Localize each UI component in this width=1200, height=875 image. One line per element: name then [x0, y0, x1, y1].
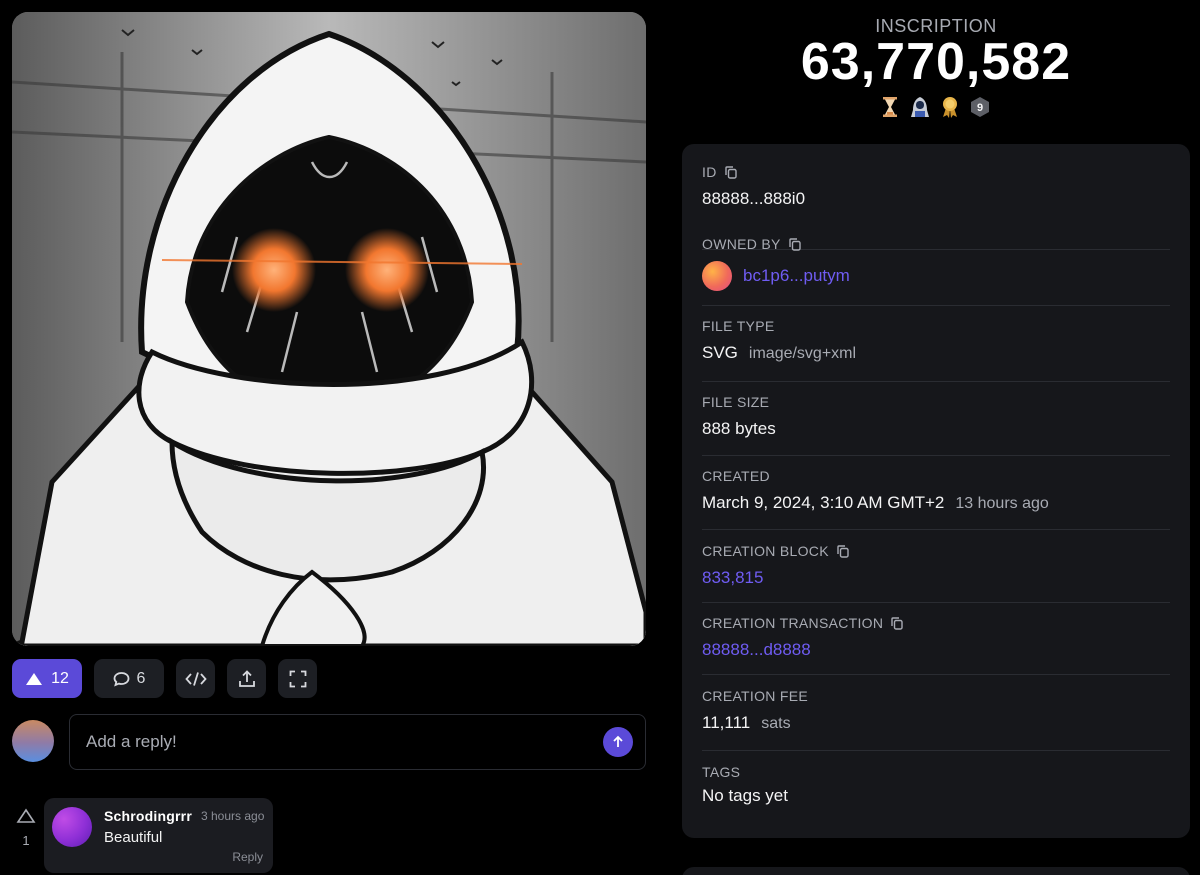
detail-owned-by-label: OWNED BY	[702, 236, 781, 252]
comment-vote-count: 1	[22, 833, 30, 848]
creation-fee-value: 11,111	[702, 713, 751, 732]
upvote-count: 12	[51, 669, 69, 687]
hooded-figure-icon[interactable]	[908, 95, 932, 119]
arrow-up-icon	[613, 735, 623, 747]
comment-icon	[113, 671, 129, 687]
detail-creation-fee: CREATION FEE 11,111 sats	[702, 688, 1170, 751]
share-button[interactable]	[227, 659, 266, 698]
detail-file-type-label: FILE TYPE	[702, 318, 775, 334]
medal-icon[interactable]	[938, 95, 962, 119]
detail-tags: TAGS No tags yet	[702, 764, 1170, 814]
detail-creation-tx-label: CREATION TRANSACTION	[702, 615, 884, 631]
hourglass-icon[interactable]	[878, 95, 902, 119]
comment-vote: 1	[14, 808, 38, 848]
created-date: March 9, 2024, 3:10 AM GMT+2	[702, 493, 945, 512]
detail-creation-transaction: CREATION TRANSACTION 88888...d8888	[702, 615, 1170, 675]
owner-avatar[interactable]	[702, 261, 732, 291]
fullscreen-button[interactable]	[278, 659, 317, 698]
upvote-outline-icon[interactable]	[16, 808, 36, 824]
badge-number: 9	[977, 102, 983, 114]
view-code-button[interactable]	[176, 659, 215, 698]
commenter-avatar[interactable]	[52, 807, 92, 847]
upvote-button[interactable]: 12	[12, 659, 82, 698]
creation-fee-unit: sats	[761, 715, 791, 732]
detail-creation-block-label: CREATION BLOCK	[702, 543, 829, 559]
number-badge-icon[interactable]: 9	[968, 95, 992, 119]
file-mime-type: image/svg+xml	[748, 345, 857, 362]
inscription-number: 63,770,582	[800, 33, 1072, 91]
detail-creation-fee-label: CREATION FEE	[702, 688, 809, 704]
upvote-icon	[26, 672, 43, 685]
copy-icon[interactable]	[837, 544, 849, 558]
detail-tags-label: TAGS	[702, 764, 741, 780]
inscription-actions: 12 6	[12, 659, 317, 698]
file-size-value: 888 bytes	[702, 419, 776, 438]
copy-icon[interactable]	[788, 237, 801, 251]
reply-input[interactable]	[86, 732, 603, 752]
copy-icon[interactable]	[724, 165, 737, 179]
current-user-avatar	[12, 720, 54, 762]
hooded-figure-artwork	[12, 12, 646, 646]
detail-id-value: 88888...888i0	[702, 189, 806, 208]
commenter-name[interactable]: Schrodingrrr	[104, 808, 192, 824]
detail-created-label: CREATED	[702, 468, 770, 484]
share-icon	[238, 669, 255, 687]
badge-row: 9	[878, 95, 992, 119]
created-relative-time: 13 hours ago	[955, 495, 1049, 512]
detail-owned-by: OWNED BY bc1p6...putym	[702, 236, 1170, 306]
comments-count: 6	[136, 669, 146, 687]
detail-id-label: ID	[702, 164, 717, 180]
comment-card: Schrodingrrr 3 hours ago Beautiful Reply	[44, 798, 273, 873]
tags-empty-text: No tags yet	[702, 786, 788, 805]
comments-button[interactable]: 6	[94, 659, 164, 698]
code-icon	[184, 671, 207, 686]
comment-text: Beautiful	[104, 829, 163, 846]
owner-address-link[interactable]: bc1p6...putym	[743, 266, 850, 286]
detail-file-size: FILE SIZE 888 bytes	[702, 394, 1170, 456]
creation-block-link[interactable]: 833,815	[702, 568, 763, 588]
detail-created: CREATED March 9, 2024, 3:10 AM GMT+2 13 …	[702, 468, 1170, 530]
inscription-details-card: ID 88888...888i0 OWNED BY bc1p6...putym …	[682, 144, 1190, 838]
copy-icon[interactable]	[891, 616, 903, 630]
send-reply-button[interactable]	[603, 727, 633, 757]
next-card-edge	[682, 867, 1190, 875]
creation-tx-link[interactable]: 88888...d8888	[702, 640, 811, 660]
comment-reply-link[interactable]: Reply	[232, 850, 263, 864]
detail-creation-block: CREATION BLOCK 833,815	[702, 543, 1170, 603]
file-type-value: SVG	[702, 343, 738, 362]
reply-composer	[69, 714, 646, 770]
detail-file-size-label: FILE SIZE	[702, 394, 770, 410]
inscription-artwork[interactable]	[12, 12, 646, 646]
comment-timestamp: 3 hours ago	[201, 809, 265, 823]
detail-file-type: FILE TYPE SVG image/svg+xml	[702, 318, 1170, 382]
fullscreen-icon	[289, 670, 306, 687]
